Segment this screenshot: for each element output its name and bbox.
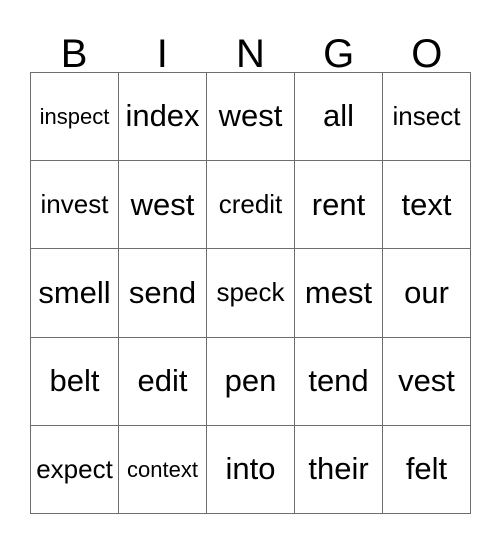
bingo-cell[interactable]: credit (207, 161, 295, 250)
bingo-cell-label: vest (398, 362, 455, 398)
bingo-header-letter: G (323, 32, 355, 76)
bingo-cell[interactable]: inspect (31, 73, 119, 162)
bingo-cell[interactable]: expect (31, 425, 119, 514)
bingo-cell-label: edit (137, 362, 188, 398)
bingo-cell[interactable]: smell (31, 249, 119, 338)
bingo-cell[interactable]: edit (119, 337, 207, 426)
bingo-cell[interactable]: all (295, 73, 383, 162)
bingo-cell[interactable]: pen (207, 337, 295, 426)
bingo-header-cell-i: I (118, 16, 206, 76)
bingo-row: smell send speck mest our (31, 249, 471, 338)
bingo-card: B I N G O inspect index west all insect … (30, 16, 471, 514)
bingo-cell[interactable]: into (207, 425, 295, 514)
bingo-grid: inspect index west all insect invest wes… (30, 72, 471, 514)
bingo-cell-label: rent (311, 186, 366, 222)
bingo-cell[interactable]: rent (295, 161, 383, 250)
bingo-cell[interactable]: speck (207, 249, 295, 338)
bingo-cell[interactable]: belt (31, 337, 119, 426)
bingo-cell-label: belt (49, 362, 100, 398)
bingo-header-letter: B (60, 32, 88, 76)
bingo-cell[interactable]: their (295, 425, 383, 514)
bingo-cell[interactable]: send (119, 249, 207, 338)
bingo-row: inspect index west all insect (31, 73, 471, 162)
bingo-cell[interactable]: felt (383, 425, 471, 514)
bingo-cell-label: insect (392, 100, 461, 131)
bingo-cell[interactable]: tend (295, 337, 383, 426)
bingo-cell-label: expect (36, 453, 113, 484)
bingo-header-cell-n: N (206, 16, 294, 76)
bingo-row: invest west credit rent text (31, 161, 471, 250)
bingo-row: belt edit pen tend vest (31, 337, 471, 426)
bingo-cell-label: send (128, 274, 197, 310)
bingo-cell-label: felt (405, 451, 448, 487)
bingo-cell-label: all (322, 98, 354, 134)
bingo-header-letter: I (156, 32, 168, 76)
bingo-header-cell-o: O (383, 16, 471, 76)
bingo-cell-label: speck (216, 277, 285, 308)
bingo-cell-label: inspect (39, 104, 110, 130)
bingo-cell-label: our (404, 274, 449, 310)
bingo-cell[interactable]: text (383, 161, 471, 250)
bingo-cell-label: west (130, 186, 195, 222)
bingo-header-row: B I N G O (30, 16, 471, 76)
bingo-cell-label: text (401, 186, 452, 222)
bingo-row: expect context into their felt (31, 425, 471, 514)
bingo-cell-label: credit (218, 189, 283, 220)
bingo-header-cell-b: B (30, 16, 118, 76)
bingo-cell-label: tend (308, 362, 369, 398)
bingo-cell[interactable]: index (119, 73, 207, 162)
bingo-cell-label: into (225, 451, 276, 487)
bingo-cell[interactable]: insect (383, 73, 471, 162)
bingo-cell-label: west (218, 98, 283, 134)
bingo-cell[interactable]: west (119, 161, 207, 250)
bingo-header-cell-g: G (295, 16, 383, 76)
bingo-cell-label: pen (224, 362, 277, 398)
bingo-cell[interactable]: context (119, 425, 207, 514)
bingo-cell[interactable]: invest (31, 161, 119, 250)
bingo-cell-label: invest (40, 189, 109, 220)
bingo-cell[interactable]: vest (383, 337, 471, 426)
bingo-cell-label: context (127, 456, 198, 482)
bingo-cell-label: index (125, 98, 200, 134)
bingo-cell-label: their (308, 451, 369, 487)
bingo-header-letter: N (236, 32, 265, 76)
bingo-cell[interactable]: mest (295, 249, 383, 338)
bingo-cell[interactable]: our (383, 249, 471, 338)
bingo-header-letter: O (411, 32, 443, 76)
bingo-cell-label: mest (304, 274, 373, 310)
bingo-cell-label: smell (38, 274, 111, 310)
bingo-cell[interactable]: west (207, 73, 295, 162)
